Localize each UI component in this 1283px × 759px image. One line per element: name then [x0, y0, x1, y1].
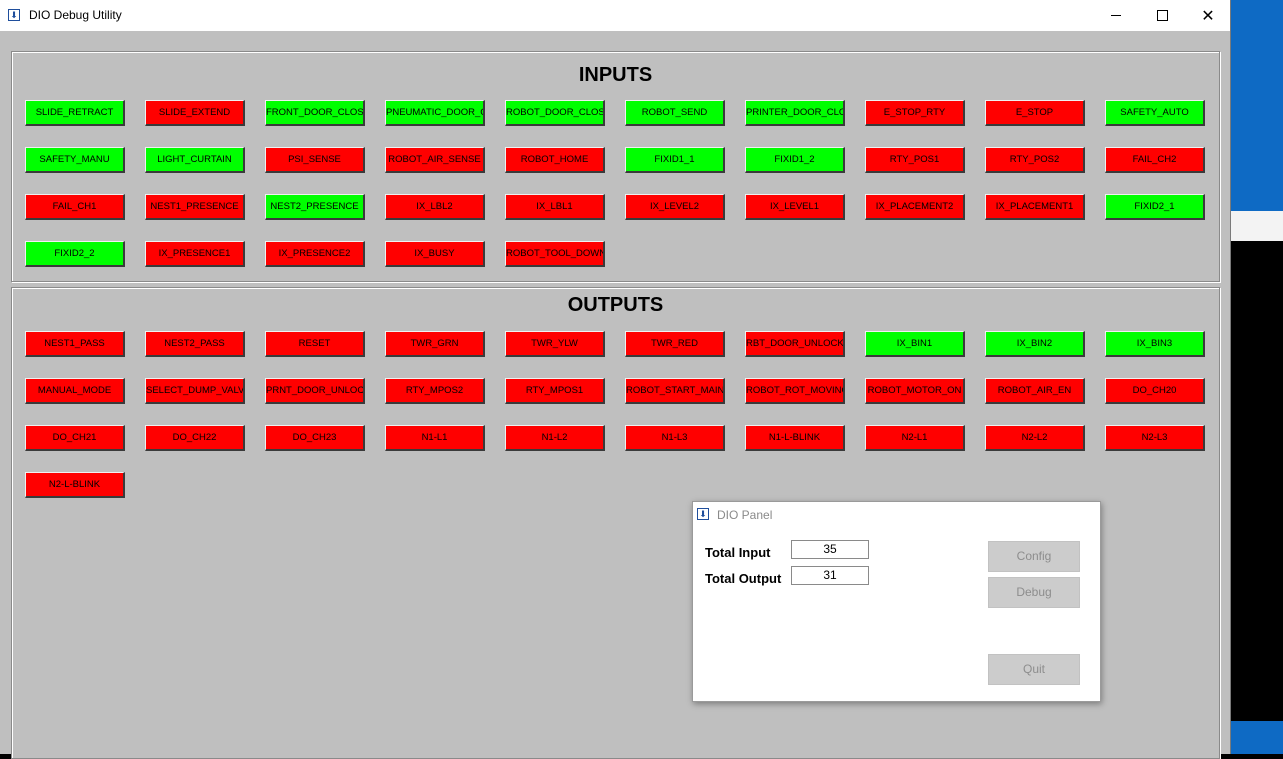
close-button[interactable]: ✕ — [1185, 0, 1231, 31]
output-button-do-ch23[interactable]: DO_CH23 — [265, 425, 365, 451]
input-button-fail-ch2[interactable]: FAIL_CH2 — [1105, 147, 1205, 173]
output-button-n1-l-blink[interactable]: N1-L-BLINK — [745, 425, 845, 451]
output-button-prnt-door-unlock[interactable]: PRNT_DOOR_UNLOCK — [265, 378, 365, 404]
input-button-psi-sense[interactable]: PSI_SENSE — [265, 147, 365, 173]
output-button-twr-ylw[interactable]: TWR_YLW — [505, 331, 605, 357]
output-button-twr-red[interactable]: TWR_RED — [625, 331, 725, 357]
input-button-ix-presence1[interactable]: IX_PRESENCE1 — [145, 241, 245, 267]
input-button-safety-manu[interactable]: SAFETY_MANU — [25, 147, 125, 173]
output-button-rty-mpos2[interactable]: RTY_MPOS2 — [385, 378, 485, 404]
input-button-ix-level2[interactable]: IX_LEVEL2 — [625, 194, 725, 220]
output-button-ix-bin1[interactable]: IX_BIN1 — [865, 331, 965, 357]
output-button-ix-bin3[interactable]: IX_BIN3 — [1105, 331, 1205, 357]
inputs-panel: INPUTS SLIDE_RETRACT SLIDE_EXTEND FRONT_DO… — [11, 51, 1220, 282]
total-input-field[interactable]: 35 — [791, 540, 869, 559]
inputs-grid: SLIDE_RETRACT SLIDE_EXTEND FRONT_DOOR_CLOS… — [25, 100, 1205, 267]
input-button-pneumatic-door-close[interactable]: PNEUMATIC_DOOR_CLOSE — [385, 100, 485, 126]
input-button-fail-ch1[interactable]: FAIL_CH1 — [25, 194, 125, 220]
input-button-robot-home[interactable]: ROBOT_HOME — [505, 147, 605, 173]
input-button-printer-door-close[interactable]: PRINTER_DOOR_CLOSE — [745, 100, 845, 126]
input-button-rty-pos1[interactable]: RTY_POS1 — [865, 147, 965, 173]
output-button-manual-mode[interactable]: MANUAL_MODE — [25, 378, 125, 404]
input-button-front-door-close[interactable]: FRONT_DOOR_CLOSE — [265, 100, 365, 126]
output-button-n2-l3[interactable]: N2-L3 — [1105, 425, 1205, 451]
minimize-icon — [1111, 15, 1121, 16]
background-window-dark — [1230, 241, 1283, 721]
inputs-title: INPUTS — [578, 64, 653, 86]
input-button-robot-send[interactable]: ROBOT_SEND — [625, 100, 725, 126]
window-title: DIO Debug Utility — [29, 8, 122, 22]
main-window: ⬇ DIO Debug Utility ✕ INPUTS SLIDE_RETRA… — [0, 0, 1231, 759]
total-output-field[interactable]: 31 — [791, 566, 869, 585]
output-button-ix-bin2[interactable]: IX_BIN2 — [985, 331, 1085, 357]
output-button-rty-mpos1[interactable]: RTY_MPOS1 — [505, 378, 605, 404]
output-button-select-dump-valve[interactable]: SELECT_DUMP_VALVE — [145, 378, 245, 404]
total-input-label: Total Input — [705, 545, 771, 560]
minimize-button[interactable] — [1093, 0, 1139, 31]
output-button-n2-l1[interactable]: N2-L1 — [865, 425, 965, 451]
output-button-n1-l3[interactable]: N1-L3 — [625, 425, 725, 451]
output-button-robot-start-main[interactable]: ROBOT_START_MAIN — [625, 378, 725, 404]
input-button-fixid1-1[interactable]: FIXID1_1 — [625, 147, 725, 173]
output-button-rbt-door-unlock[interactable]: RBT_DOOR_UNLOCK — [745, 331, 845, 357]
outputs-title: OUTPUTS — [567, 294, 664, 316]
outputs-grid: NEST1_PASS NEST2_PASS RESET TWR_GRN TWR_YLW T… — [25, 331, 1205, 498]
input-button-ix-placement1[interactable]: IX_PLACEMENT1 — [985, 194, 1085, 220]
input-button-fixid1-2[interactable]: FIXID1_2 — [745, 147, 845, 173]
input-button-ix-lbl1[interactable]: IX_LBL1 — [505, 194, 605, 220]
output-button-n1-l2[interactable]: N1-L2 — [505, 425, 605, 451]
input-button-robot-air-sense[interactable]: ROBOT_AIR_SENSE — [385, 147, 485, 173]
output-button-nest2-pass[interactable]: NEST2_PASS — [145, 331, 245, 357]
maximize-button[interactable] — [1139, 0, 1185, 31]
maximize-icon — [1156, 10, 1168, 21]
input-button-safety-auto[interactable]: SAFETY_AUTO — [1105, 100, 1205, 126]
input-button-ix-busy[interactable]: IX_BUSY — [385, 241, 485, 267]
output-button-n1-l1[interactable]: N1-L1 — [385, 425, 485, 451]
debug-button[interactable]: Debug — [988, 577, 1080, 608]
input-button-nest1-presence[interactable]: NEST1_PRESENCE — [145, 194, 245, 220]
output-button-nest1-pass[interactable]: NEST1_PASS — [25, 331, 125, 357]
input-button-light-curtain[interactable]: LIGHT_CURTAIN — [145, 147, 245, 173]
output-button-twr-grn[interactable]: TWR_GRN — [385, 331, 485, 357]
input-button-e-stop[interactable]: E_STOP — [985, 100, 1085, 126]
dio-panel-icon: ⬇ — [697, 508, 709, 520]
input-button-slide-retract[interactable]: SLIDE_RETRACT — [25, 100, 125, 126]
input-button-robot-door-close[interactable]: ROBOT_DOOR_CLOSE — [505, 100, 605, 126]
quit-button[interactable]: Quit — [988, 654, 1080, 685]
output-button-do-ch21[interactable]: DO_CH21 — [25, 425, 125, 451]
output-button-n2-l2[interactable]: N2-L2 — [985, 425, 1085, 451]
total-output-label: Total Output — [705, 571, 782, 586]
input-button-slide-extend[interactable]: SLIDE_EXTEND — [145, 100, 245, 126]
input-button-ix-level1[interactable]: IX_LEVEL1 — [745, 194, 845, 220]
input-button-e-stop-rty[interactable]: E_STOP_RTY — [865, 100, 965, 126]
input-button-rty-pos2[interactable]: RTY_POS2 — [985, 147, 1085, 173]
background-window-strip — [1230, 211, 1283, 241]
input-button-ix-presence2[interactable]: IX_PRESENCE2 — [265, 241, 365, 267]
input-button-robot-tool-down[interactable]: ROBOT_TOOL_DOWN — [505, 241, 605, 267]
config-button[interactable]: Config — [988, 541, 1080, 572]
close-icon: ✕ — [1201, 7, 1215, 25]
output-button-do-ch22[interactable]: DO_CH22 — [145, 425, 245, 451]
output-button-reset[interactable]: RESET — [265, 331, 365, 357]
input-button-ix-lbl2[interactable]: IX_LBL2 — [385, 194, 485, 220]
input-button-fixid2-2[interactable]: FIXID2_2 — [25, 241, 125, 267]
app-icon: ⬇ — [8, 9, 20, 21]
output-button-robot-air-en[interactable]: ROBOT_AIR_EN — [985, 378, 1085, 404]
input-button-nest2-presence[interactable]: NEST2_PRESENCE — [265, 194, 365, 220]
title-bar[interactable]: ⬇ DIO Debug Utility ✕ — [0, 0, 1230, 31]
dio-panel-dialog: ⬇ DIO Panel Total Input 35 Total Output … — [692, 501, 1101, 702]
output-button-n2-l-blink[interactable]: N2-L-BLINK — [25, 472, 125, 498]
input-button-fixid2-1[interactable]: FIXID2_1 — [1105, 194, 1205, 220]
output-button-robot-rot-moving[interactable]: ROBOT_ROT_MOVING — [745, 378, 845, 404]
dio-panel-title: DIO Panel — [717, 508, 773, 522]
output-button-do-ch20[interactable]: DO_CH20 — [1105, 378, 1205, 404]
output-button-robot-motor-on[interactable]: ROBOT_MOTOR_ON — [865, 378, 965, 404]
input-button-ix-placement2[interactable]: IX_PLACEMENT2 — [865, 194, 965, 220]
